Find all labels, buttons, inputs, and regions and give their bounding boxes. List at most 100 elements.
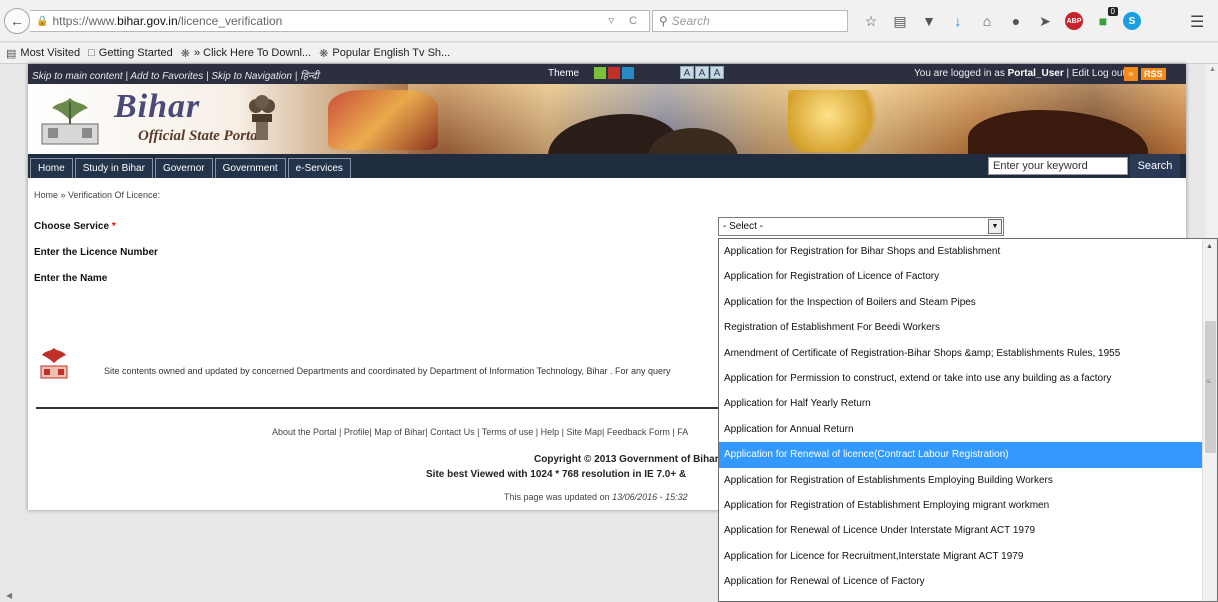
footer-logo-icon [40,348,68,379]
footer-links[interactable]: About the Portal | Profile| Map of Bihar… [272,427,688,437]
chat-icon[interactable]: ● [1007,12,1025,30]
font-size-small[interactable]: A [680,66,694,79]
page-icon: □ [88,47,95,59]
dropdown-option[interactable]: Application for Registration of Licence … [719,264,1203,289]
banner-people-image [328,90,438,150]
adblock-icon[interactable]: ABP [1065,12,1083,30]
nav-study-in-bihar[interactable]: Study in Bihar [74,158,153,178]
dropdown-option[interactable]: Application for Renewal of Licence of Fa… [719,569,1203,594]
dropdown-scroll-thumb[interactable] [1205,321,1216,453]
font-size-medium[interactable]: A [695,66,709,79]
nav-e-services[interactable]: e-Services [287,158,351,178]
skype-icon[interactable]: S [1123,12,1141,30]
browser-search-input[interactable]: ⚲ Search [652,10,848,32]
dropdown-option[interactable]: Application for Renewal of licence(Contr… [719,442,1203,468]
scroll-left-icon[interactable]: ◀ [6,591,12,600]
url-path: /licence_verification [177,14,283,28]
dropdown-option[interactable]: Application for Registration of Establis… [719,468,1203,493]
theme-swatch-blue[interactable] [622,67,634,79]
banner-dancer-image [788,90,888,152]
login-status: You are logged in as Portal_User | Edit … [914,68,1126,79]
scroll-up-icon[interactable]: ▲ [1209,66,1216,73]
dropdown-option[interactable]: Application for Licence for Recruitment,… [719,544,1203,569]
browser-search-placeholder: Search [671,14,710,28]
accessibility-links[interactable]: Skip to main content | Add to Favorites … [32,68,319,82]
service-dropdown-list: Application for Registration for Bihar S… [718,238,1218,602]
dropdown-option[interactable]: Application for Annual Return [719,417,1203,442]
scroll-up-icon[interactable]: ▲ [1206,243,1213,250]
best-viewed-text: Site best Viewed with 1024 * 768 resolut… [426,469,687,480]
theme-label: Theme [548,68,580,79]
updated-date: 13/06/2016 - 15:32 [612,492,688,502]
theme-swatch-red[interactable] [608,67,620,79]
pocket-icon[interactable]: ▼ [920,12,938,30]
font-size-large[interactable]: A [710,66,724,79]
reading-list-icon[interactable]: ▤ [891,12,909,30]
url-host: bihar.gov.in [117,14,178,28]
dropdown-option[interactable]: Application for Registration of Establis… [719,493,1203,518]
required-mark: * [111,221,116,232]
extension-icon[interactable]: ■ 0 [1094,7,1118,30]
nav-government[interactable]: Government [214,158,286,178]
top-strip: Skip to main content | Add to Favorites … [28,64,1186,84]
back-arrow-icon: ← [10,13,24,29]
url-bar[interactable]: 🔒 https://www. bihar.gov.in/licence_verif… [30,10,650,32]
licence-number-label: Enter the Licence Number [34,247,158,258]
bihar-logo-icon [41,98,99,145]
folder-icon: ▤ [6,47,17,60]
banner-subtitle: Official State Portal [138,128,262,144]
hamburger-menu-icon[interactable]: ☰ [1190,12,1204,32]
send-icon[interactable]: ➤ [1036,12,1054,30]
login-user: Portal_User [1007,68,1064,79]
bookmark-star-icon[interactable]: ☆ [862,12,880,30]
main-nav: Home Study in Bihar Governor Government … [28,154,1186,178]
dropdown-option[interactable]: Registration of Establishment For Beedi … [719,315,1203,340]
name-label: Enter the Name [34,273,108,284]
browser-toolbar: ← 🔒 https://www. bihar.gov.in/licence_ver… [0,0,1218,42]
search-icon: ⚲ [659,14,668,28]
rss-label: RSS [1141,67,1166,80]
film-reel-icon: ❋ [319,47,329,60]
rss-icon: ≈ [1124,66,1138,81]
back-button[interactable]: ← [4,8,30,34]
download-icon[interactable]: ↓ [949,12,967,30]
choose-service-label: Choose Service * [34,221,116,232]
site-search-input[interactable]: Enter your keyword [988,157,1128,175]
reload-icon[interactable]: ▿ C [608,14,643,27]
dropdown-option[interactable]: Application for the Inspection of Boiler… [719,290,1203,315]
extension-badge: 0 [1107,7,1118,16]
chevron-down-icon[interactable]: ▼ [988,219,1002,234]
dropdown-option[interactable]: Application for Permission to construct,… [719,366,1203,391]
dropdown-option[interactable]: Application for Registration for Bihar S… [719,239,1203,264]
theme-swatch-green[interactable] [594,67,606,79]
footer-ownership-text: Site contents owned and updated by conce… [104,366,671,376]
bookmark-tv-shows[interactable]: ❋ Popular English Tv Sh... [319,47,450,60]
grip-icon: ≡ [1206,377,1211,386]
url-prefix: https://www. [52,14,118,28]
portal-banner: Bihar Official State Portal [28,84,1186,154]
nav-home[interactable]: Home [30,158,73,178]
browser-icons: ☆ ▤ ▼ ↓ ⌂ ● ➤ ABP ■ 0 S [862,7,1141,32]
dropdown-option[interactable]: Application for Half Yearly Return [719,391,1203,416]
dropdown-option[interactable]: Application for Renewal of Licence Under… [719,518,1203,543]
site-search-button[interactable]: Search [1130,154,1180,178]
dropdown-scrollbar[interactable]: ▲ ≡ [1202,239,1217,601]
banner-title: Bihar [114,88,201,125]
national-emblem-icon [249,95,275,140]
bookmarks-bar: ▤ Most Visited □ Getting Started ❋» Click … [0,43,1218,64]
film-reel-icon: ❋ [180,47,190,60]
font-size-controls: A A A [680,66,724,79]
copyright-text: Copyright © 2013 Government of Bihar [534,454,719,465]
breadcrumb[interactable]: Home » Verification Of Licence: [34,190,160,200]
updated-text: This page was updated on 13/06/2016 - 15… [504,492,688,502]
edit-logout-links[interactable]: | Edit Log out [1064,68,1126,79]
lock-icon: 🔒 [36,15,49,27]
rss-link[interactable]: ≈ RSS [1124,66,1166,81]
choose-service-select[interactable]: - Select - ▼ [718,217,1004,236]
home-icon[interactable]: ⌂ [978,12,996,30]
dropdown-option[interactable]: Amendment of Certificate of Registration… [719,341,1203,366]
bookmark-most-visited[interactable]: ▤ Most Visited [6,47,80,60]
nav-governor[interactable]: Governor [154,158,213,178]
bookmark-download[interactable]: ❋» Click Here To Downl... [181,47,311,60]
bookmark-getting-started[interactable]: □ Getting Started [88,47,173,59]
